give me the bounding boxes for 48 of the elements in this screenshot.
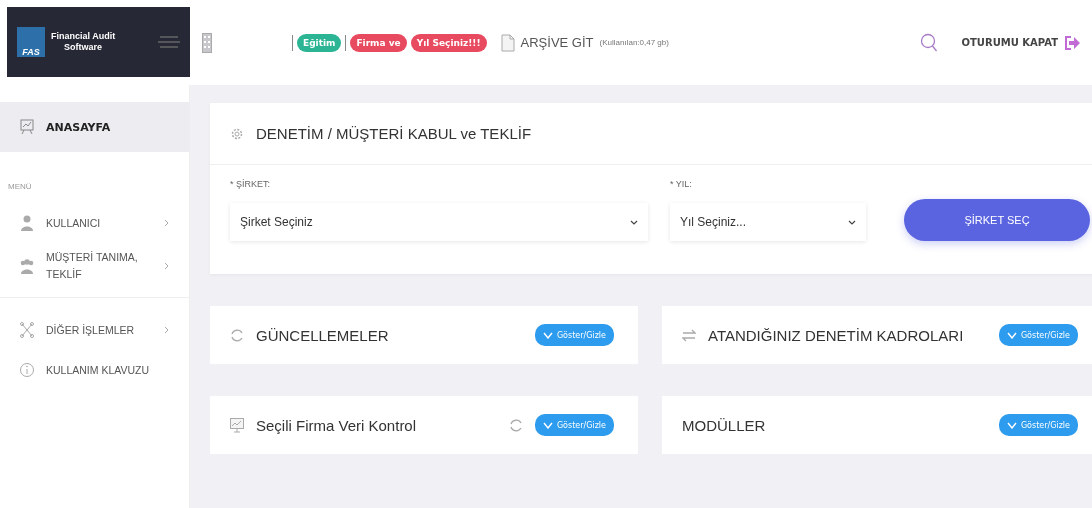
user-icon bbox=[20, 215, 34, 231]
chevron-icon bbox=[164, 219, 169, 227]
card-title: DENETİM / MÜŞTERİ KABUL ve TEKLİF bbox=[256, 125, 532, 142]
chevron-icon bbox=[164, 262, 169, 270]
panel-title: MODÜLLER bbox=[682, 416, 766, 434]
logo-mark: FAS bbox=[17, 27, 45, 57]
home-menu-item[interactable]: ANASAYFA bbox=[0, 102, 189, 152]
menu-icon[interactable] bbox=[158, 35, 180, 49]
badge-button[interactable]: Firma ve bbox=[350, 33, 407, 52]
badge-button[interactable]: Yıl Seçiniz!!! bbox=[410, 33, 487, 52]
presentation-icon bbox=[20, 119, 34, 135]
sidebar-item[interactable]: MÜŞTERİ TANIMA, TEKLİF bbox=[0, 243, 189, 298]
select-company-button[interactable]: ŞİRKET SEÇ bbox=[904, 199, 1090, 241]
sidebar-item[interactable]: KULLANICI bbox=[0, 203, 189, 243]
network-icon bbox=[20, 322, 34, 338]
chevron-icon bbox=[164, 326, 169, 334]
group-icon bbox=[20, 258, 34, 274]
panel-title: GÜNCELLEMELER bbox=[256, 326, 389, 344]
caret-icon bbox=[630, 219, 638, 225]
document-icon[interactable] bbox=[500, 33, 515, 52]
building-icon bbox=[202, 32, 212, 53]
dropdown-field[interactable]: Şirket Seçiniz bbox=[230, 203, 648, 241]
logout-button[interactable]: OTURUMU KAPAT bbox=[961, 34, 1080, 51]
archive-link[interactable]: ARŞİVE GİT bbox=[520, 35, 594, 50]
refresh-icon[interactable] bbox=[508, 417, 523, 433]
menu-heading: MENÜ bbox=[7, 181, 33, 193]
caret-icon bbox=[848, 219, 856, 225]
panel-title: Seçili Firma Veri Kontrol bbox=[256, 416, 417, 434]
sidebar-item[interactable]: DİĞER İŞLEMLER bbox=[0, 310, 189, 350]
dropdown-field[interactable]: Yıl Seçiniz... bbox=[670, 203, 866, 241]
logout-icon bbox=[1064, 34, 1080, 51]
chart-icon bbox=[230, 417, 244, 433]
chevron-icon bbox=[1006, 421, 1017, 429]
info-icon bbox=[20, 362, 34, 378]
swap-icon bbox=[682, 327, 696, 343]
gear-icon bbox=[230, 126, 244, 141]
chevron-icon bbox=[542, 331, 553, 339]
sidebar-item[interactable]: KULLANIM KLAVUZU bbox=[0, 350, 189, 390]
field-label: * YIL: bbox=[670, 179, 693, 189]
logo-title: Financial Audit bbox=[51, 31, 116, 42]
storage-usage: (Kullanılan:0,47 gb) bbox=[599, 38, 669, 47]
refresh-icon bbox=[230, 327, 244, 343]
chevron-icon bbox=[1006, 331, 1017, 339]
panel-title: ATANDIĞINIZ DENETİM KADROLARI bbox=[708, 326, 964, 344]
search-icon[interactable] bbox=[919, 32, 938, 53]
chevron-icon bbox=[542, 421, 553, 429]
field-label: * ŞİRKET: bbox=[230, 179, 271, 189]
logo-subtitle: Software bbox=[64, 42, 103, 53]
